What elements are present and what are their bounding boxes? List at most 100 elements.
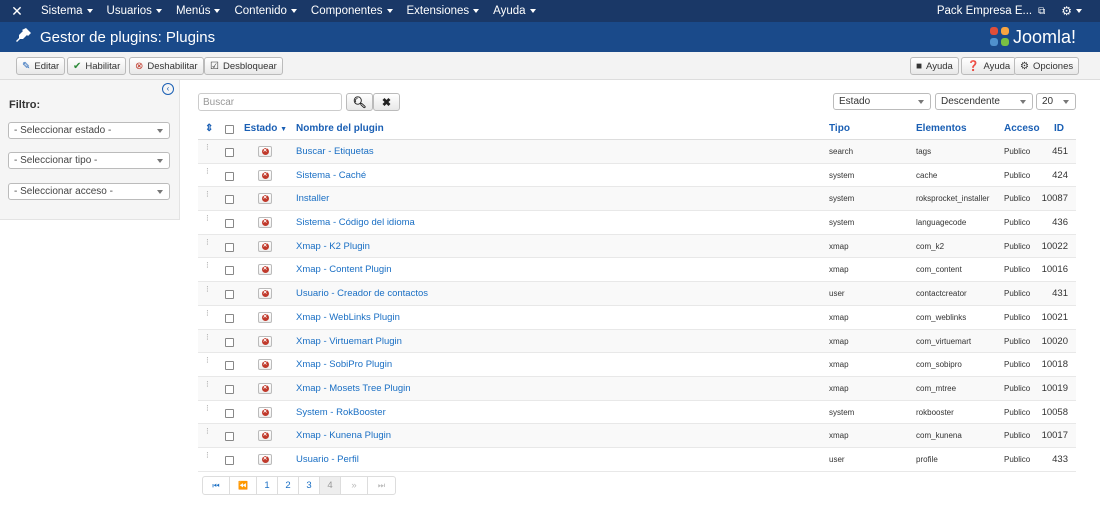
- status-toggle-button[interactable]: ✕: [258, 311, 272, 323]
- edit-button[interactable]: ✎ Editar: [16, 57, 66, 75]
- row-checkbox[interactable]: [225, 171, 234, 181]
- sidebar-toggle-icon[interactable]: ‹: [162, 83, 174, 95]
- sort-element-header[interactable]: Elementos: [916, 123, 967, 134]
- row-checkbox[interactable]: [225, 313, 234, 323]
- row-checkbox[interactable]: [225, 337, 234, 347]
- sort-id-header[interactable]: ID: [1054, 123, 1064, 134]
- help-button[interactable]: ❓ Ayuda: [961, 57, 1017, 75]
- menu-usuarios[interactable]: Usuarios: [100, 0, 169, 22]
- drag-handle-icon[interactable]: ⁝: [206, 332, 209, 341]
- list-limit-select[interactable]: 20: [1036, 93, 1076, 110]
- plugin-name-link[interactable]: Xmap - WebLinks Plugin: [296, 312, 400, 323]
- sort-access-header[interactable]: Acceso: [1004, 123, 1040, 134]
- status-toggle-button[interactable]: ✕: [258, 453, 272, 465]
- last-page-icon: ⏭: [377, 480, 386, 490]
- status-toggle-button[interactable]: ✕: [258, 193, 272, 205]
- checkbox-icon: ☑: [210, 60, 219, 72]
- row-checkbox[interactable]: [225, 384, 234, 394]
- sort-type-header[interactable]: Tipo: [829, 123, 850, 134]
- options-button[interactable]: ⚙ Opciones: [1014, 57, 1080, 75]
- drag-handle-icon[interactable]: ⁝: [206, 427, 209, 436]
- external-link-icon[interactable]: ⧉: [1038, 6, 1045, 17]
- unlock-button[interactable]: ☑ Desbloquear: [204, 57, 283, 75]
- site-name-link[interactable]: Pack Empresa E...: [937, 5, 1038, 17]
- row-checkbox[interactable]: [225, 219, 234, 229]
- first-page-button[interactable]: ⏮: [203, 477, 230, 494]
- plugin-name-link[interactable]: Xmap - Kunena Plugin: [296, 430, 391, 441]
- drag-handle-icon[interactable]: ⁝: [206, 356, 209, 365]
- row-checkbox[interactable]: [225, 408, 234, 418]
- menu-sistema[interactable]: Sistema: [34, 0, 100, 22]
- row-checkbox[interactable]: [225, 266, 234, 276]
- menu-ayuda[interactable]: Ayuda: [486, 0, 542, 22]
- plugin-name-link[interactable]: Usuario - Perfil: [296, 454, 359, 465]
- status-toggle-button[interactable]: ✕: [258, 406, 272, 418]
- plugin-name-link[interactable]: Installer: [296, 193, 329, 204]
- plugin-name-link[interactable]: Xmap - Mosets Tree Plugin: [296, 383, 411, 394]
- plugin-name-link[interactable]: System - RokBooster: [296, 407, 386, 418]
- menu-menus[interactable]: Menús: [169, 0, 228, 22]
- drag-handle-icon[interactable]: ⁝: [206, 261, 209, 270]
- status-toggle-button[interactable]: ✕: [258, 288, 272, 300]
- status-toggle-button[interactable]: ✕: [258, 169, 272, 181]
- plugin-name-link[interactable]: Xmap - Virtuemart Plugin: [296, 336, 402, 347]
- status-toggle-button[interactable]: ✕: [258, 264, 272, 276]
- search-input[interactable]: Buscar: [198, 93, 342, 111]
- sort-name-header[interactable]: Nombre del plugin: [296, 123, 384, 134]
- drag-handle-icon[interactable]: ⁝: [206, 285, 209, 294]
- status-toggle-button[interactable]: ✕: [258, 382, 272, 394]
- status-toggle-button[interactable]: ✕: [258, 335, 272, 347]
- row-checkbox[interactable]: [225, 242, 234, 252]
- sort-field-select[interactable]: Estado: [833, 93, 931, 110]
- status-toggle-button[interactable]: ✕: [258, 359, 272, 371]
- row-checkbox[interactable]: [225, 361, 234, 371]
- plugin-name-link[interactable]: Sistema - Código del idioma: [296, 217, 415, 228]
- menu-componentes[interactable]: Componentes: [304, 0, 400, 22]
- user-menu-gear-icon[interactable]: ⚙: [1061, 4, 1100, 18]
- drag-handle-icon[interactable]: ⁝: [206, 143, 209, 152]
- row-checkbox[interactable]: [225, 290, 234, 300]
- drag-handle-icon[interactable]: ⁝: [206, 190, 209, 199]
- row-checkbox[interactable]: [225, 432, 234, 442]
- drag-handle-icon[interactable]: ⁝: [206, 403, 209, 412]
- access-filter-select[interactable]: - Seleccionar acceso -: [8, 183, 170, 200]
- sort-status-header[interactable]: Estado ▼: [244, 123, 287, 134]
- menu-contenido[interactable]: Contenido: [227, 0, 303, 22]
- plugin-name-link[interactable]: Xmap - Content Plugin: [296, 264, 392, 275]
- type-filter-select[interactable]: - Seleccionar tipo -: [8, 152, 170, 169]
- page-2-button[interactable]: 2: [278, 477, 299, 494]
- check-all-checkbox[interactable]: [225, 125, 234, 134]
- page-1-button[interactable]: 1: [257, 477, 278, 494]
- status-toggle-button[interactable]: ✕: [258, 430, 272, 442]
- joomla-menu-icon[interactable]: ✕: [0, 0, 34, 22]
- prev-page-button[interactable]: ⏪: [230, 477, 257, 494]
- drag-handle-icon[interactable]: ⁝: [206, 379, 209, 388]
- drag-handle-icon[interactable]: ⁝: [206, 237, 209, 246]
- caret-down-icon: [86, 9, 93, 13]
- plugin-name-link[interactable]: Sistema - Caché: [296, 170, 366, 181]
- menu-extensiones[interactable]: Extensiones: [400, 0, 487, 22]
- disable-button[interactable]: ⊗ Deshabilitar: [129, 57, 204, 75]
- drag-handle-icon[interactable]: ⁝: [206, 450, 209, 459]
- ordering-sort-icon[interactable]: ⇕: [205, 123, 213, 134]
- row-checkbox[interactable]: [225, 455, 234, 465]
- status-toggle-button[interactable]: ✕: [258, 217, 272, 229]
- drag-handle-icon[interactable]: ⁝: [206, 214, 209, 223]
- plugin-name-link[interactable]: Buscar - Etiquetas: [296, 146, 374, 157]
- plugin-name-link[interactable]: Usuario - Creador de contactos: [296, 288, 428, 299]
- plugin-name-link[interactable]: Xmap - K2 Plugin: [296, 241, 370, 252]
- page-3-button[interactable]: 3: [299, 477, 320, 494]
- drag-handle-icon[interactable]: ⁝: [206, 166, 209, 175]
- video-help-button[interactable]: ■ Ayuda: [910, 57, 959, 75]
- state-filter-select[interactable]: - Seleccionar estado -: [8, 122, 170, 139]
- drag-handle-icon[interactable]: ⁝: [206, 308, 209, 317]
- row-checkbox[interactable]: [225, 195, 234, 205]
- enable-button[interactable]: ✔ Habilitar: [67, 57, 127, 75]
- status-toggle-button[interactable]: ✕: [258, 146, 272, 157]
- search-button[interactable]: 🔍︎: [346, 93, 373, 111]
- clear-search-button[interactable]: ✖: [373, 93, 400, 111]
- row-checkbox[interactable]: [225, 148, 234, 157]
- status-toggle-button[interactable]: ✕: [258, 240, 272, 252]
- plugin-name-link[interactable]: Xmap - SobiPro Plugin: [296, 359, 392, 370]
- sort-direction-select[interactable]: Descendente: [935, 93, 1033, 110]
